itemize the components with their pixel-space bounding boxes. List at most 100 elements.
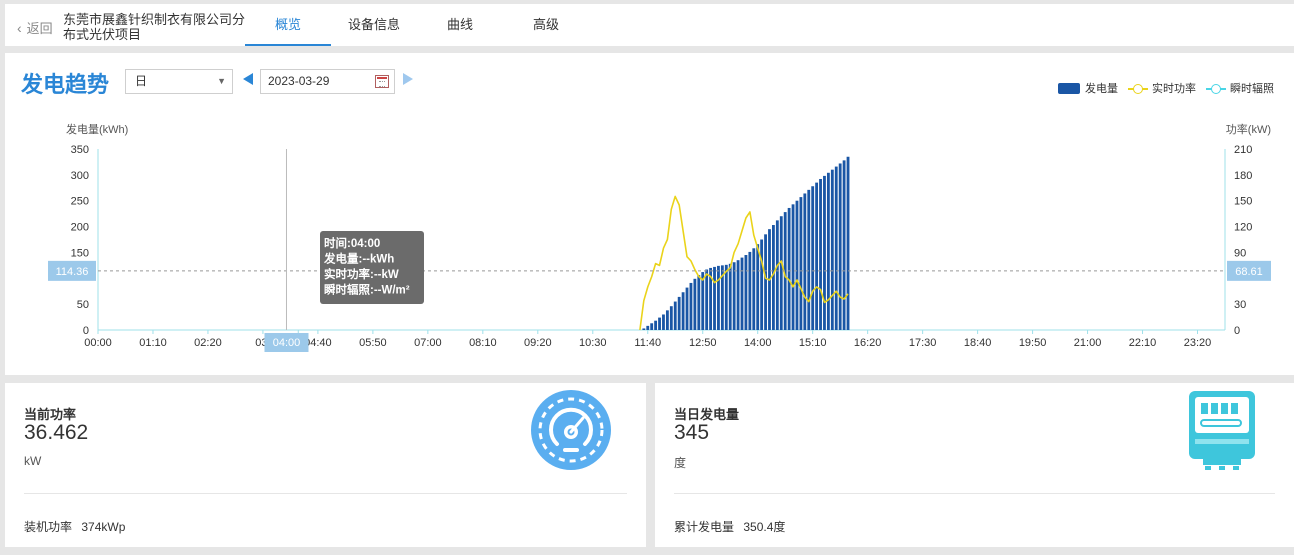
x-tick-label: 12:50: [689, 337, 717, 349]
x-tick-label: 19:50: [1019, 337, 1047, 349]
x-tick-label: 09:20: [524, 337, 552, 349]
energy-bar: [677, 296, 681, 330]
energy-bar: [736, 260, 740, 330]
energy-bar: [732, 262, 736, 330]
y-tick-left: 350: [71, 144, 89, 156]
energy-bar: [669, 306, 673, 330]
tooltip-line: 时间:04:00: [324, 236, 380, 250]
tab-bar: 概览 设备信息 曲线 高级: [245, 4, 589, 46]
chevron-left-icon: ‹: [17, 19, 22, 36]
energy-bar: [807, 189, 811, 330]
y-axis-right-label: 功率(kW): [1226, 122, 1271, 136]
energy-bar: [815, 182, 819, 330]
tab-overview[interactable]: 概览: [245, 4, 331, 46]
period-select[interactable]: 日 ▼: [125, 69, 233, 94]
legend-label: 发电量: [1085, 83, 1118, 95]
energy-bar: [744, 255, 748, 330]
y-tick-left: 150: [71, 247, 89, 259]
y-tick-right: 210: [1234, 144, 1252, 156]
installed-capacity-label: 装机功率: [24, 520, 73, 534]
energy-bar: [760, 239, 764, 330]
energy-bar: [772, 225, 775, 330]
y-tick-right: 0: [1234, 325, 1240, 337]
legend-item-power[interactable]: 实时功率: [1128, 80, 1196, 96]
energy-bar: [752, 248, 756, 330]
x-tick-label: 14:00: [744, 337, 772, 349]
energy-bar: [819, 178, 822, 330]
crosshair-time-value: 04:00: [273, 337, 301, 349]
date-value: 2023-03-29: [268, 74, 330, 88]
y-axis-left-label: 发电量(kWh): [66, 122, 128, 136]
energy-bar: [842, 160, 846, 330]
y-tick-right: 120: [1234, 222, 1252, 234]
energy-bar: [826, 172, 830, 330]
energy-bar: [756, 244, 760, 330]
x-tick-label: 15:10: [799, 337, 827, 349]
energy-bar: [740, 257, 744, 330]
tab-curve[interactable]: 曲线: [417, 4, 503, 46]
y-tick-right: 90: [1234, 247, 1246, 259]
energy-bar: [791, 204, 795, 330]
caret-down-icon: ▼: [217, 76, 226, 86]
card-value: 345: [674, 421, 710, 444]
energy-bar: [697, 275, 701, 330]
energy-bar: [834, 166, 838, 330]
y-tick-left: 300: [71, 170, 89, 182]
energy-bar: [795, 200, 799, 330]
energy-bar: [685, 287, 689, 330]
energy-bar: [665, 310, 669, 330]
energy-bar: [642, 328, 646, 330]
y-tick-left: 50: [77, 299, 89, 311]
card-unit: kW: [24, 454, 42, 468]
card-divider: [24, 493, 627, 494]
x-tick-label: 08:10: [469, 337, 497, 349]
card-unit: 度: [674, 456, 687, 470]
date-input[interactable]: 2023-03-29: [260, 69, 395, 94]
energy-bar: [713, 266, 716, 330]
x-tick-label: 10:30: [579, 337, 607, 349]
energy-bar: [779, 216, 783, 330]
back-label: 返回: [26, 21, 53, 36]
energy-bar: [838, 163, 842, 330]
tooltip-line: 瞬时辐照:--W/m²: [324, 283, 410, 297]
energy-bar: [673, 301, 677, 330]
tab-advanced[interactable]: 高级: [503, 4, 589, 46]
x-tick-label: 16:20: [854, 337, 882, 349]
calendar-icon[interactable]: [375, 75, 389, 88]
energy-bar: [681, 292, 685, 330]
x-tick-label: 05:50: [359, 337, 387, 349]
x-tick-label: 23:20: [1184, 337, 1212, 349]
legend-line-swatch: [1128, 83, 1148, 94]
x-tick-label: 00:00: [84, 337, 112, 349]
y-tick-right: 30: [1234, 299, 1246, 311]
energy-bar: [693, 278, 697, 330]
installed-capacity-value: 374kWp: [81, 520, 126, 534]
current-power-card: 当前功率 36.462 kW 装机功率 374kWp: [5, 383, 646, 547]
tab-device-info[interactable]: 设备信息: [331, 4, 417, 46]
energy-bar: [823, 175, 826, 330]
legend-item-energy[interactable]: 发电量: [1058, 80, 1118, 96]
x-tick-label: 18:40: [964, 337, 992, 349]
card-value: 36.462: [24, 421, 89, 444]
tooltip-line: 发电量:--kWh: [323, 252, 394, 266]
y-tick-right: 150: [1234, 196, 1252, 208]
next-date-button[interactable]: [403, 73, 413, 85]
project-title: 东莞市展鑫针织制衣有限公司分布式光伏项目: [63, 12, 246, 42]
trend-panel: 发电量(kWh) 功率(kW) 0 50 150 200 250 300 350 0 30 90 120…: [5, 53, 1294, 375]
x-tick-label: 07:00: [414, 337, 442, 349]
energy-bar: [646, 325, 650, 330]
legend-item-irradiance[interactable]: 瞬时辐照: [1206, 80, 1274, 96]
chart-legend: 发电量 实时功率 瞬时辐照: [1048, 80, 1274, 96]
legend-label: 实时功率: [1152, 83, 1196, 95]
energy-bar: [650, 323, 654, 330]
total-generation-label: 累计发电量: [674, 520, 735, 534]
back-button[interactable]: ‹ 返回: [17, 18, 53, 37]
crosshair-left-value: 114.36: [56, 266, 89, 278]
energy-bar: [846, 156, 850, 330]
energy-bar: [764, 234, 767, 330]
x-tick-label: 11:40: [634, 337, 661, 349]
electric-meter-icon: [1189, 391, 1255, 470]
energy-bar: [705, 269, 709, 330]
y-tick-right: 180: [1234, 170, 1252, 182]
prev-date-button[interactable]: [243, 73, 253, 85]
